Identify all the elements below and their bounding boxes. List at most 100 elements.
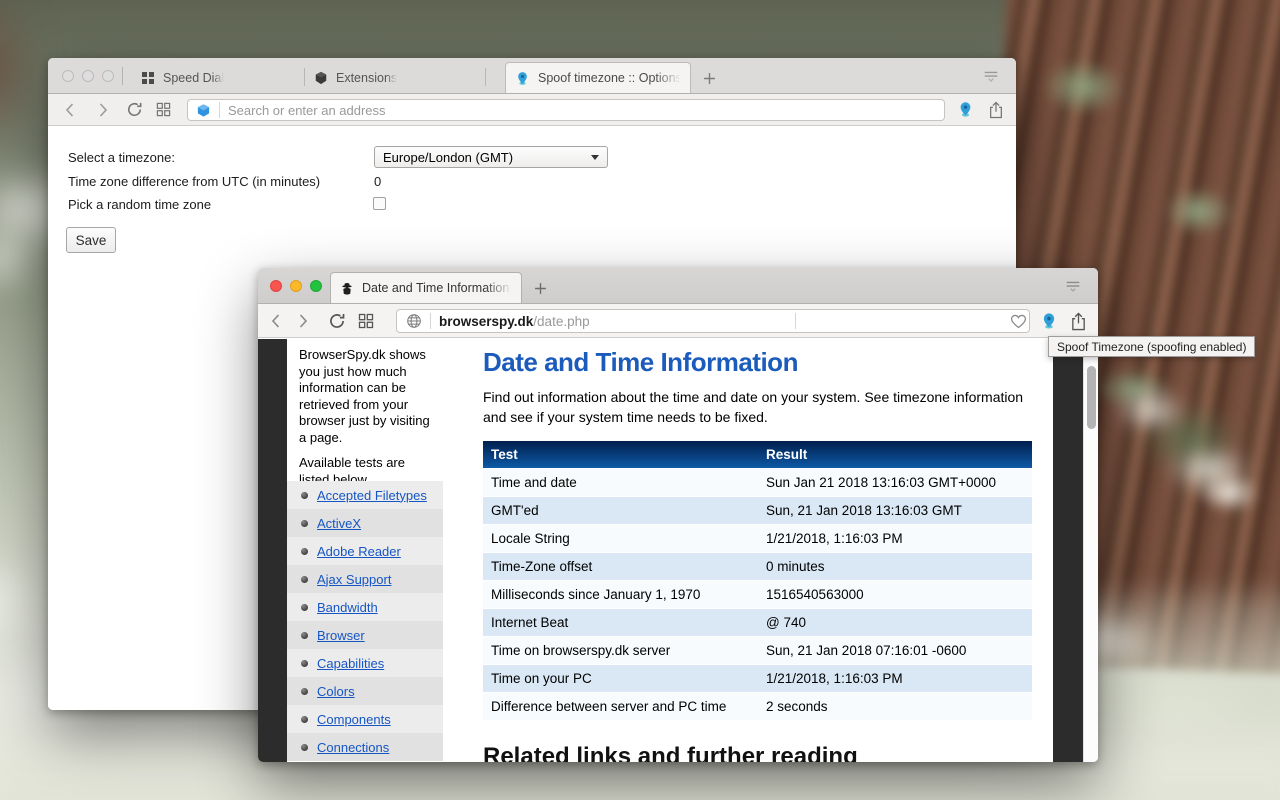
sidebar-link-bandwidth[interactable]: Bandwidth — [317, 600, 378, 615]
address-bar[interactable]: browserspy.dk/date.php — [396, 309, 1030, 333]
speed-dial-grid-icon — [141, 71, 155, 85]
minimize-button[interactable] — [290, 280, 302, 292]
sidebar-link-connections[interactable]: Connections — [317, 740, 389, 755]
divider — [219, 102, 220, 118]
spoof-timezone-extension-icon[interactable] — [1040, 312, 1058, 330]
tab-extensions[interactable]: Extensions — [305, 63, 485, 93]
sidebar-link-browser[interactable]: Browser — [317, 628, 365, 643]
extensions-cube-icon — [314, 71, 328, 85]
sidebar-link-colors[interactable]: Colors — [317, 684, 355, 699]
back-button[interactable] — [64, 102, 75, 118]
table-row: Time-Zone offset0 minutes — [483, 552, 1032, 580]
table-row: Time and dateSun Jan 21 2018 13:16:03 GM… — [483, 468, 1032, 496]
tiles-panel-icon[interactable] — [358, 313, 374, 329]
sidebar-test-list: Accepted Filetypes ActiveX Adobe Reader … — [287, 481, 443, 761]
tab-date-time-information[interactable]: Date and Time Information - B — [330, 272, 522, 303]
browserspy-window: Date and Time Information - B — [258, 268, 1098, 762]
desktop: Speed Dial Extensions Spoof timezone :: … — [0, 0, 1280, 800]
divider — [795, 313, 796, 329]
utc-offset-label: Time zone difference from UTC (in minute… — [68, 174, 320, 189]
sidebar-link-adobe-reader[interactable]: Adobe Reader — [317, 544, 401, 559]
page-intro: Find out information about the time and … — [483, 387, 1035, 427]
close-button[interactable] — [270, 280, 282, 292]
tab-divider — [485, 68, 486, 86]
tab-label: Date and Time Information - B — [362, 281, 512, 295]
trash-closed-tabs-icon[interactable] — [1064, 280, 1082, 293]
test-cell: Locale String — [483, 524, 758, 552]
spoof-timezone-extension-icon[interactable] — [957, 101, 974, 118]
scrollbar-thumb[interactable] — [1087, 366, 1096, 429]
test-cell: Time on your PC — [483, 664, 758, 692]
minimize-button[interactable] — [82, 70, 94, 82]
bullet-icon — [301, 492, 308, 499]
zoom-button[interactable] — [102, 70, 114, 82]
timezone-select[interactable]: Europe/London (GMT) — [374, 146, 608, 168]
sidebar-link-components[interactable]: Components — [317, 712, 391, 727]
main-content: Date and Time Information Find out infor… — [443, 339, 1053, 762]
bullet-icon — [301, 520, 308, 527]
tab-label: Speed Dial — [163, 71, 224, 85]
list-item[interactable]: Bandwidth — [287, 593, 443, 621]
forward-button[interactable] — [98, 102, 109, 118]
browserspy-page: BrowserSpy.dk shows you just how much in… — [258, 339, 1098, 762]
list-item[interactable]: ActiveX — [287, 509, 443, 537]
scrollbar[interactable] — [1083, 339, 1098, 762]
zoom-button[interactable] — [310, 280, 322, 292]
globe-icon — [406, 313, 422, 329]
bullet-icon — [301, 688, 308, 695]
page-title: Date and Time Information — [483, 347, 798, 378]
result-cell: Sun, 21 Jan 2018 13:16:03 GMT — [758, 496, 1032, 524]
bullet-icon — [301, 604, 308, 611]
result-cell: 2 seconds — [758, 692, 1032, 720]
list-item[interactable]: Capabilities — [287, 649, 443, 677]
table-row: Milliseconds since January 1, 1970151654… — [483, 580, 1032, 608]
reload-button[interactable] — [126, 101, 143, 118]
result-cell: 1/21/2018, 1:16:03 PM — [758, 524, 1032, 552]
reload-button[interactable] — [328, 312, 346, 330]
close-button[interactable] — [62, 70, 74, 82]
new-tab-button[interactable] — [534, 282, 547, 295]
url-domain: browserspy.dk — [439, 314, 533, 329]
sidebar-link-ajax-support[interactable]: Ajax Support — [317, 572, 391, 587]
trash-closed-tabs-icon[interactable] — [982, 70, 1000, 83]
list-item[interactable]: Browser — [287, 621, 443, 649]
bookmark-heart-icon[interactable] — [1010, 314, 1029, 329]
sidebar-link-activex[interactable]: ActiveX — [317, 516, 361, 531]
new-tab-button[interactable] — [703, 72, 716, 85]
sidebar-link-accepted-filetypes[interactable]: Accepted Filetypes — [317, 488, 427, 503]
list-item[interactable]: Components — [287, 705, 443, 733]
result-cell: 1/21/2018, 1:16:03 PM — [758, 664, 1032, 692]
sidebar-link-capabilities[interactable]: Capabilities — [317, 656, 384, 671]
test-cell: Difference between server and PC time — [483, 692, 758, 720]
result-cell: @ 740 — [758, 608, 1032, 636]
browserspy-window-tabbar: Date and Time Information - B — [258, 268, 1098, 304]
back-button[interactable] — [270, 313, 281, 329]
list-item[interactable]: Accepted Filetypes — [287, 481, 443, 509]
save-button[interactable]: Save — [66, 227, 116, 253]
result-cell: 1516540563000 — [758, 580, 1032, 608]
tab-speed-dial[interactable]: Speed Dial — [132, 63, 304, 93]
share-icon[interactable] — [988, 101, 1004, 119]
bullet-icon — [301, 716, 308, 723]
list-item[interactable]: Adobe Reader — [287, 537, 443, 565]
table-row: Time on browserspy.dk serverSun, 21 Jan … — [483, 636, 1032, 664]
browserspy-spy-favicon — [340, 281, 354, 295]
timezone-label: Select a timezone: — [68, 150, 175, 165]
address-placeholder: Search or enter an address — [228, 103, 386, 118]
divider — [430, 313, 431, 329]
address-bar[interactable]: Search or enter an address — [187, 99, 945, 121]
tiles-panel-icon[interactable] — [156, 102, 171, 117]
forward-button[interactable] — [298, 313, 309, 329]
list-item[interactable]: Colors — [287, 677, 443, 705]
tab-label: Extensions — [336, 71, 397, 85]
table-header-row: Test Result — [483, 441, 1032, 468]
list-item[interactable]: Ajax Support — [287, 565, 443, 593]
share-icon[interactable] — [1070, 312, 1087, 331]
table-row: Difference between server and PC time2 s… — [483, 692, 1032, 720]
timezone-pin-icon — [515, 71, 530, 86]
tab-spoof-timezone-options[interactable]: Spoof timezone :: Options pag — [505, 62, 691, 93]
random-timezone-checkbox[interactable] — [373, 197, 386, 210]
list-item[interactable]: Connections — [287, 733, 443, 761]
related-links-heading: Related links and further reading — [483, 743, 858, 762]
date-time-table: Test Result Time and dateSun Jan 21 2018… — [483, 441, 1032, 720]
